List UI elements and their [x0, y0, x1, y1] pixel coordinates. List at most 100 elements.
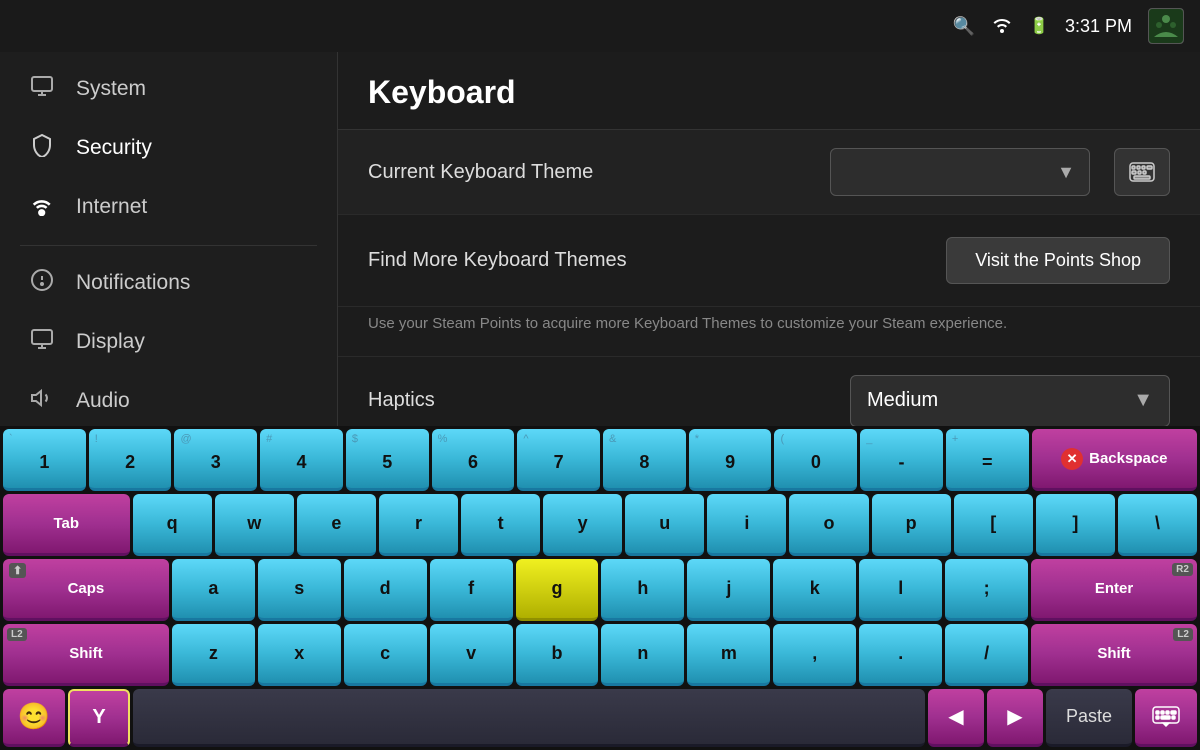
- wifi-icon: [991, 15, 1013, 38]
- key-b[interactable]: b: [516, 624, 599, 686]
- enter-key[interactable]: R2 Enter: [1031, 559, 1197, 621]
- key-j[interactable]: j: [687, 559, 770, 621]
- keyboard-row-2: Tab q w e r t y u i o p [ ] \: [0, 491, 1200, 556]
- sidebar-item-audio[interactable]: Audio: [0, 372, 337, 431]
- audio-label: Audio: [76, 389, 130, 413]
- description-row: Use your Steam Points to acquire more Ke…: [338, 307, 1200, 357]
- shift-right-key[interactable]: L2 Shift: [1031, 624, 1197, 686]
- key-s[interactable]: s: [258, 559, 341, 621]
- key-w[interactable]: w: [215, 494, 294, 556]
- system-label: System: [76, 77, 146, 101]
- sidebar-item-notifications[interactable]: Notifications: [0, 254, 337, 313]
- key-7[interactable]: ^7: [517, 429, 600, 491]
- key-backslash[interactable]: \: [1118, 494, 1197, 556]
- key-d[interactable]: d: [344, 559, 427, 621]
- key-g[interactable]: g: [516, 559, 599, 621]
- caps-key[interactable]: ⬆ Caps: [3, 559, 169, 621]
- keyboard-row-3: ⬆ Caps a s d f g h j k l ; R2 Enter: [0, 556, 1200, 621]
- key-f[interactable]: f: [430, 559, 513, 621]
- backspace-x-icon: ✕: [1061, 448, 1083, 470]
- haptics-value: Medium: [867, 389, 1125, 412]
- avatar[interactable]: [1148, 8, 1184, 44]
- keyboard-area: `1 !2 @3 #4 $5 %6 ^7 &8 *9 (0 _- += ✕ Ba…: [0, 426, 1200, 750]
- security-icon: [28, 133, 56, 163]
- key-t[interactable]: t: [461, 494, 540, 556]
- paste-button[interactable]: Paste: [1046, 689, 1132, 747]
- key-n[interactable]: n: [601, 624, 684, 686]
- key-9[interactable]: *9: [689, 429, 772, 491]
- status-bar: 🔍 🔋 3:31 PM: [0, 0, 1200, 52]
- find-more-label: Find More Keyboard Themes: [368, 249, 946, 272]
- key-k[interactable]: k: [773, 559, 856, 621]
- key-e[interactable]: e: [297, 494, 376, 556]
- haptics-dropdown[interactable]: Medium ▼: [850, 375, 1170, 427]
- key-backtick[interactable]: `1: [3, 429, 86, 491]
- keyboard-theme-dropdown-wrapper: ▼: [830, 148, 1090, 196]
- content-area: Current Keyboard Theme ▼: [338, 130, 1200, 446]
- key-bracket-close[interactable]: ]: [1036, 494, 1115, 556]
- audio-icon: [28, 386, 56, 416]
- key-r[interactable]: r: [379, 494, 458, 556]
- key-2[interactable]: !2: [89, 429, 172, 491]
- key-c[interactable]: c: [344, 624, 427, 686]
- key-slash[interactable]: /: [945, 624, 1028, 686]
- sidebar-item-system[interactable]: System: [0, 60, 337, 119]
- key-l[interactable]: l: [859, 559, 942, 621]
- key-4[interactable]: #4: [260, 429, 343, 491]
- key-period[interactable]: .: [859, 624, 942, 686]
- system-icon: [28, 74, 56, 104]
- search-icon[interactable]: 🔍: [953, 16, 975, 37]
- key-3[interactable]: @3: [174, 429, 257, 491]
- key-equals[interactable]: +=: [946, 429, 1029, 491]
- sidebar-divider: [20, 245, 317, 246]
- dropdown-arrow-icon: ▼: [1057, 162, 1075, 183]
- y-button[interactable]: Y: [68, 689, 130, 747]
- spacebar[interactable]: [133, 689, 925, 747]
- key-x[interactable]: x: [258, 624, 341, 686]
- battery-icon: 🔋: [1029, 16, 1049, 36]
- keyboard-theme-row: Current Keyboard Theme ▼: [338, 130, 1200, 215]
- sidebar-item-display[interactable]: Display: [0, 313, 337, 372]
- sidebar-item-security[interactable]: Security: [0, 119, 337, 178]
- key-i[interactable]: i: [707, 494, 786, 556]
- key-0[interactable]: (0: [774, 429, 857, 491]
- tab-key[interactable]: Tab: [3, 494, 130, 556]
- display-icon: [28, 327, 56, 357]
- key-8[interactable]: &8: [603, 429, 686, 491]
- key-o[interactable]: o: [789, 494, 868, 556]
- key-comma[interactable]: ,: [773, 624, 856, 686]
- keyboard-preview-button[interactable]: [1114, 148, 1170, 196]
- key-minus[interactable]: _-: [860, 429, 943, 491]
- emoji-button[interactable]: 😊: [3, 689, 65, 747]
- status-time: 3:31 PM: [1065, 16, 1132, 37]
- key-bracket-open[interactable]: [: [954, 494, 1033, 556]
- key-v[interactable]: v: [430, 624, 513, 686]
- key-p[interactable]: p: [872, 494, 951, 556]
- page-title: Keyboard: [368, 74, 516, 110]
- key-h[interactable]: h: [601, 559, 684, 621]
- page-header: Keyboard: [338, 52, 1200, 130]
- visit-points-shop-button[interactable]: Visit the Points Shop: [946, 237, 1170, 284]
- key-6[interactable]: %6: [432, 429, 515, 491]
- l2-badge-right: L2: [1173, 628, 1193, 641]
- display-label: Display: [76, 330, 145, 354]
- key-a[interactable]: a: [172, 559, 255, 621]
- keyboard-icon-button[interactable]: [1135, 689, 1197, 747]
- arrow-right-button[interactable]: ▶: [987, 689, 1043, 747]
- key-y[interactable]: y: [543, 494, 622, 556]
- keyboard-theme-dropdown[interactable]: ▼: [830, 148, 1090, 196]
- description-text: Use your Steam Points to acquire more Ke…: [368, 315, 1007, 332]
- l2-badge-left: L2: [7, 628, 27, 641]
- sidebar-item-internet[interactable]: Internet: [0, 178, 337, 237]
- backspace-key[interactable]: ✕ Backspace: [1032, 429, 1197, 491]
- r2-badge: R2: [1172, 563, 1193, 576]
- key-5[interactable]: $5: [346, 429, 429, 491]
- arrow-left-button[interactable]: ◀: [928, 689, 984, 747]
- key-semicolon[interactable]: ;: [945, 559, 1028, 621]
- haptics-label: Haptics: [368, 389, 850, 412]
- key-u[interactable]: u: [625, 494, 704, 556]
- shift-left-key[interactable]: L2 Shift: [3, 624, 169, 686]
- key-m[interactable]: m: [687, 624, 770, 686]
- key-z[interactable]: z: [172, 624, 255, 686]
- key-q[interactable]: q: [133, 494, 212, 556]
